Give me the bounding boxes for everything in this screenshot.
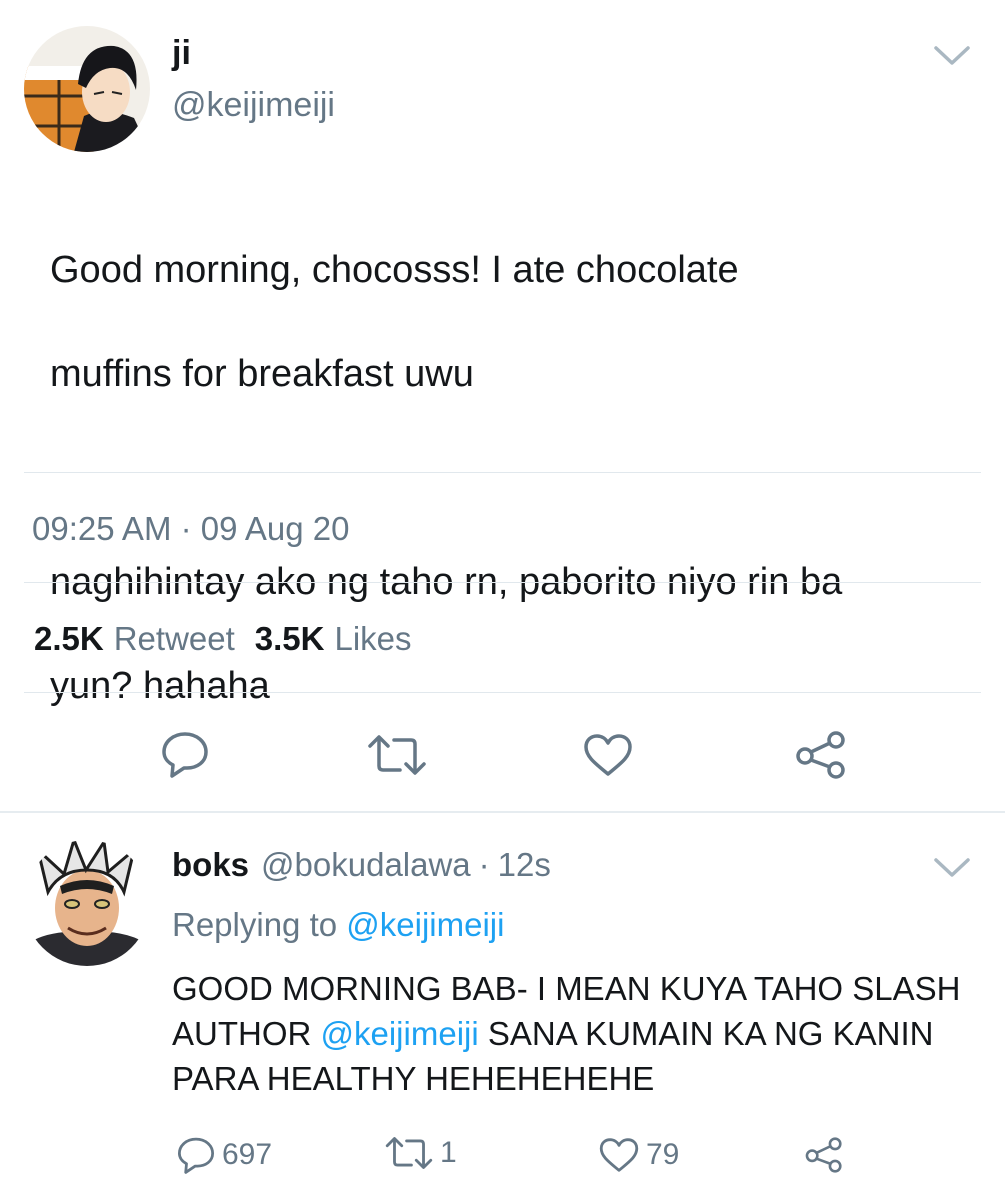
tweet-text-line: Good morning, chocosss! I ate chocolate [50, 249, 739, 291]
reply-author-name[interactable]: boks [172, 846, 249, 884]
like-icon [599, 1138, 639, 1172]
separator: · [478, 846, 490, 883]
likes-count[interactable]: 3.5K [255, 620, 325, 658]
tweet-text-line: yun? hahaha [50, 665, 270, 707]
reply-like-button[interactable]: 79 [598, 1136, 679, 1174]
reply-count: 697 [222, 1138, 273, 1171]
reply-retweet-button[interactable]: 1 [384, 1136, 457, 1170]
share-icon [805, 1137, 842, 1173]
reply-age[interactable]: 12s [498, 846, 551, 884]
share-icon[interactable] [794, 730, 848, 780]
retweet-label[interactable]: Retweet [114, 620, 235, 658]
author-handle[interactable]: @keijimeiji [172, 86, 335, 125]
separator: · [180, 510, 192, 547]
reply-text: GOOD MORNING BAB- I MEAN KUYA TAHO SLASH… [172, 966, 972, 1101]
retweet-count[interactable]: 2.5K [34, 620, 104, 658]
divider [24, 692, 981, 693]
like-icon[interactable] [582, 732, 634, 778]
tweet-time: 09:25 AM [32, 510, 172, 547]
section-divider [0, 811, 1005, 813]
reply-author-avatar[interactable] [24, 840, 150, 966]
retweet-icon [385, 1137, 433, 1169]
reply-reply-button[interactable]: 697 [176, 1136, 272, 1174]
chevron-down-icon[interactable] [932, 856, 972, 885]
reply-share-button[interactable] [804, 1136, 850, 1174]
tweet-text: Good morning, chocosss! I ate chocolate … [50, 192, 970, 764]
tweet-text-line: muffins for breakfast uwu [50, 353, 474, 395]
author-name[interactable]: ji [172, 34, 191, 73]
divider [24, 472, 981, 473]
tweet-stats: 2.5K Retweet 3.5K Likes [34, 620, 432, 658]
divider [24, 582, 981, 583]
replying-to: Replying to @keijimeiji [172, 906, 504, 944]
reply-icon [177, 1137, 215, 1174]
replying-to-handle-link[interactable]: @keijimeiji [346, 906, 504, 943]
replying-to-label: Replying to [172, 906, 338, 943]
retweet-icon[interactable] [366, 734, 428, 776]
author-avatar[interactable] [24, 26, 150, 152]
mention-link[interactable]: @keijimeiji [321, 1015, 479, 1052]
likes-label[interactable]: Likes [335, 620, 412, 658]
tweet-timestamp[interactable]: 09:25 AM · 09 Aug 20 [32, 510, 349, 548]
reply-header: boks @bokudalawa · 12s [172, 846, 551, 884]
reply-icon[interactable] [160, 730, 210, 778]
like-count: 79 [646, 1138, 680, 1171]
retweet-count: 1 [440, 1136, 457, 1169]
tweet-date: 09 Aug 20 [200, 510, 350, 547]
chevron-down-icon[interactable] [932, 44, 972, 73]
reply-author-handle[interactable]: @bokudalawa [261, 846, 471, 884]
